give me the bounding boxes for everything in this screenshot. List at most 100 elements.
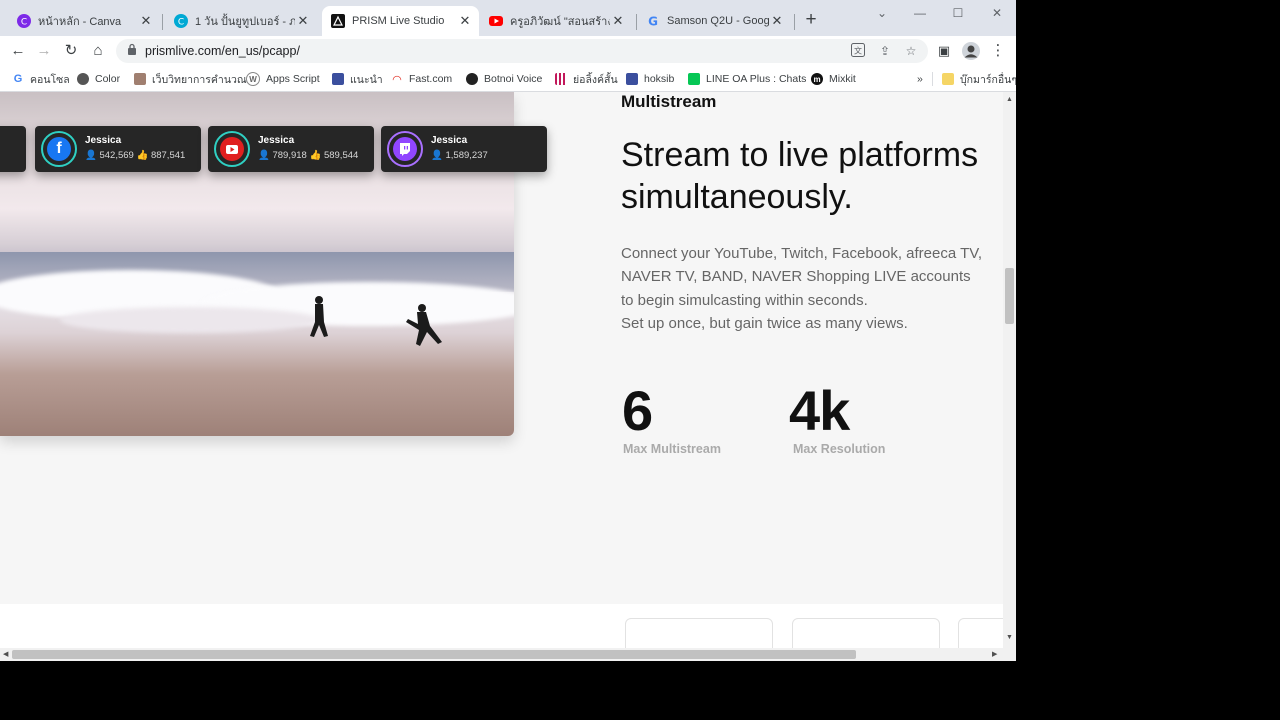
close-icon[interactable]: ✕ [295,13,311,29]
tab-canva-home[interactable]: C หน้าหลัก - Canva ✕ [8,6,160,36]
canva-icon: C [17,14,31,28]
card-name: Jessica [85,135,122,146]
card-stats: 👤 789,918 👍 589,544 [258,150,359,161]
other-bookmarks[interactable]: บุ๊กมาร์กอื่นๆ [942,71,1016,87]
window-close-icon[interactable]: ✕ [985,6,1009,22]
close-icon[interactable]: ✕ [457,13,473,29]
mixkit-icon: m [811,73,823,85]
tab-title: ครูอภิวัฒน์ "สอนสร้างสื่อ" - YouTube [510,16,610,28]
google-icon: G [646,14,660,29]
site-icon [134,73,146,85]
horizontal-scroll-thumb[interactable] [12,650,856,659]
tab-title: หน้าหลัก - Canva [38,16,122,28]
avatar-ring [214,131,250,167]
bookmark-apps-script[interactable]: W Apps Script [246,71,320,87]
minimize-icon[interactable]: — [908,6,932,22]
site-icon [332,73,344,85]
profile-avatar[interactable] [961,41,981,61]
bookmark-mixkit[interactable]: m Mixkit [811,71,856,87]
bookmarks-divider [932,72,933,86]
url-text[interactable]: prismlive.com/en_us/pcapp/ [145,44,300,58]
stream-card-partial [0,126,26,172]
reload-icon[interactable]: ↻ [61,41,81,61]
svg-text:C: C [21,18,27,28]
card-name: Jessica [431,135,468,146]
tab-prism-live-studio[interactable]: PRISM Live Studio ✕ [322,6,479,36]
side-panel-icon[interactable]: ▣ [934,41,954,61]
svg-text:G: G [648,15,658,29]
stat-value-resolution: 4k [789,379,850,442]
back-arrow-icon[interactable]: ← [8,41,28,61]
youtube-icon [220,137,244,161]
tab-title: PRISM Live Studio [352,15,445,27]
scroll-left-arrow-icon[interactable]: ◀ [3,650,8,658]
bookmark-star-icon[interactable]: ☆ [903,43,919,59]
new-tab-button[interactable]: + [801,10,821,30]
tab-search-chevron-icon[interactable]: ⌄ [870,6,894,22]
bookmark-color[interactable]: Color [77,71,120,87]
bookmark-fast[interactable]: ◠ Fast.com [391,71,452,87]
horizontal-scrollbar[interactable]: ◀ ▶ [0,648,1016,661]
tab-title: 1 วัน ปั้นยูทูปเบอร์ - ภาพหน้าปก [195,16,295,28]
scroll-right-arrow-icon[interactable]: ▶ [992,650,997,658]
youtube-icon [489,14,503,28]
browser-window: C หน้าหลัก - Canva ✕ C 1 วัน ปั้นยูทูปเบ… [0,0,1016,661]
feature-card[interactable] [625,618,773,648]
person-icon: 👤 [431,150,443,161]
bookmark-recommend[interactable]: แนะนำ [332,71,383,87]
stream-card-facebook: f Jessica 👤 542,569 👍 887,541 [35,126,201,172]
close-icon[interactable]: ✕ [138,13,154,29]
prism-icon [331,14,345,28]
avatar-ring: f [41,131,77,167]
feature-card[interactable] [958,618,1003,648]
card-name: Jessica [258,135,295,146]
tab-strip: C หน้าหลัก - Canva ✕ C 1 วัน ปั้นยูทูปเบ… [0,0,1016,36]
tab-separator [162,14,163,30]
more-menu-icon[interactable]: ⋮ [988,41,1008,61]
forward-arrow-icon[interactable]: → [34,41,54,61]
section-description: Connect your YouTube, Twitch, Facebook, … [621,245,983,332]
tab-canva-design[interactable]: C 1 วัน ปั้นยูทูปเบอร์ - ภาพหน้าปก ✕ [165,6,317,36]
vertical-scroll-thumb[interactable] [1005,268,1014,324]
stream-card-youtube: Jessica 👤 789,918 👍 589,544 [208,126,374,172]
person-icon: 👤 [85,150,97,161]
bookmarks-overflow-button[interactable]: » [917,71,923,87]
home-icon[interactable]: ⌂ [88,41,108,61]
bookmark-botnoi[interactable]: Botnoi Voice [466,71,542,87]
card-stats: 👤 1,589,237 [431,150,488,161]
card-stats: 👤 542,569 👍 887,541 [85,150,186,161]
maximize-icon[interactable]: ☐ [946,6,970,22]
tab-google-search[interactable]: G Samson Q2U - Google Search ✕ [637,6,791,36]
tab-youtube[interactable]: ครูอภิวัฒน์ "สอนสร้างสื่อ" - YouTube ✕ [480,6,632,36]
address-bar[interactable]: prismlive.com/en_us/pcapp/ 文 ⇪ ☆ [116,39,928,63]
vertical-scrollbar[interactable]: ▲ ▼ [1003,92,1016,648]
close-icon[interactable]: ✕ [610,13,626,29]
share-icon[interactable]: ⇪ [877,43,893,59]
surfers [310,296,442,346]
stat-label-multistream: Max Multistream [623,442,721,456]
bookmark-hoksib[interactable]: hoksib [626,71,674,87]
bookmark-computing[interactable]: เว็บวิทยาการคำนวณ [134,71,247,87]
site-icon [626,73,638,85]
scroll-up-arrow-icon[interactable]: ▲ [1006,96,1013,103]
color-icon [77,73,89,85]
bookmarks-bar: G คอนโซล Color เว็บวิทยาการคำนวณ W Apps Sc… [0,66,1016,92]
stream-card-twitch: Jessica 👤 1,589,237 [381,126,547,172]
feature-card[interactable] [792,618,940,648]
facebook-icon: f [47,137,71,161]
bookmark-line-oa[interactable]: LINE OA Plus : Chats [688,71,806,87]
lock-icon[interactable] [124,43,140,59]
thumbs-up-icon: 👍 [309,150,322,161]
scroll-down-arrow-icon[interactable]: ▼ [1006,634,1013,641]
stat-label-resolution: Max Resolution [793,442,886,456]
twitch-icon [393,137,417,161]
close-icon[interactable]: ✕ [769,13,785,29]
bookmark-short-link[interactable]: ย่อลิ้งค์สั้น [555,71,618,87]
wave-foam [60,307,320,333]
folder-icon [942,73,954,85]
grid-icon [555,73,567,85]
translate-icon[interactable]: 文 [850,43,866,59]
bookmark-console[interactable]: G คอนโซล [12,71,70,87]
section-label: Multistream [621,92,717,111]
botnoi-icon [466,73,478,85]
